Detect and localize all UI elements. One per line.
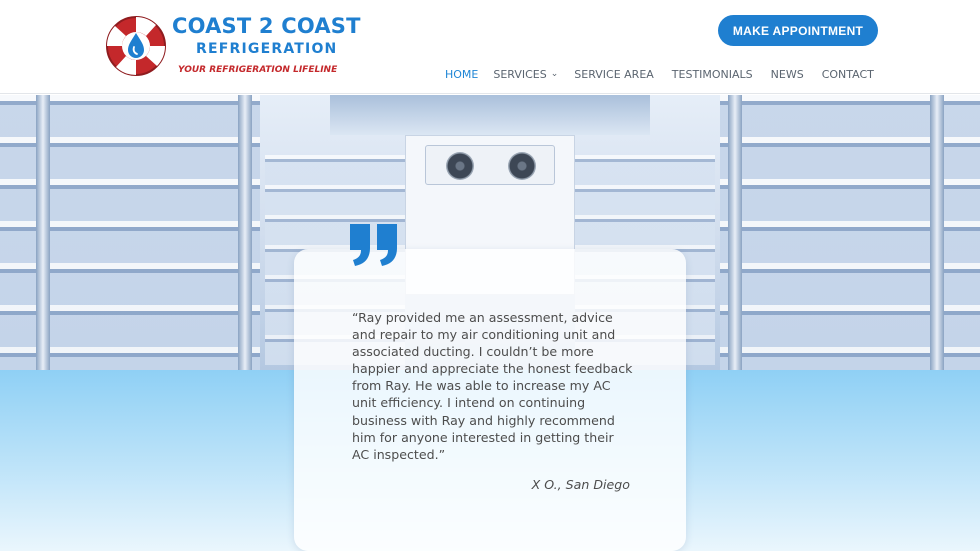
shelf-post <box>238 95 252 370</box>
nav-item-news[interactable]: NEWS <box>771 66 804 82</box>
nav-item-services[interactable]: SERVICES ⌄ <box>493 66 558 82</box>
shelf-post <box>36 95 50 370</box>
main-nav: HOME SERVICES ⌄ SERVICE AREA TESTIMONIAL… <box>445 66 874 82</box>
nav-item-label: SERVICES <box>493 67 547 81</box>
lifebuoy-drop-icon <box>106 16 166 76</box>
nav-item-home[interactable]: HOME <box>445 66 478 82</box>
nav-item-contact[interactable]: CONTACT <box>822 66 874 82</box>
ceiling <box>330 95 650 135</box>
nav-item-testimonials[interactable]: TESTIMONIALS <box>672 66 753 82</box>
fan-icon <box>508 152 536 180</box>
fan-icon <box>446 152 474 180</box>
site-logo[interactable]: COAST 2 COAST REFRIGERATION YOUR REFRIGE… <box>104 12 360 82</box>
make-appointment-button[interactable]: MAKE APPOINTMENT <box>718 15 878 46</box>
testimonial-author: X O., San Diego <box>531 477 630 492</box>
nav-item-service-area[interactable]: SERVICE AREA <box>574 66 654 82</box>
shelf-post <box>728 95 742 370</box>
brand-tagline: YOUR REFRIGERATION LIFELINE <box>178 65 338 75</box>
site-header: COAST 2 COAST REFRIGERATION YOUR REFRIGE… <box>0 0 980 94</box>
evaporator-unit <box>425 145 555 185</box>
testimonial-quote: “Ray provided me an assessment, advice a… <box>352 310 633 462</box>
quote-icon <box>350 224 397 266</box>
brand-subname: REFRIGERATION <box>196 41 338 57</box>
brand-name: COAST 2 COAST <box>172 14 361 38</box>
chevron-down-icon: ⌄ <box>550 69 559 79</box>
shelf-post <box>930 95 944 370</box>
